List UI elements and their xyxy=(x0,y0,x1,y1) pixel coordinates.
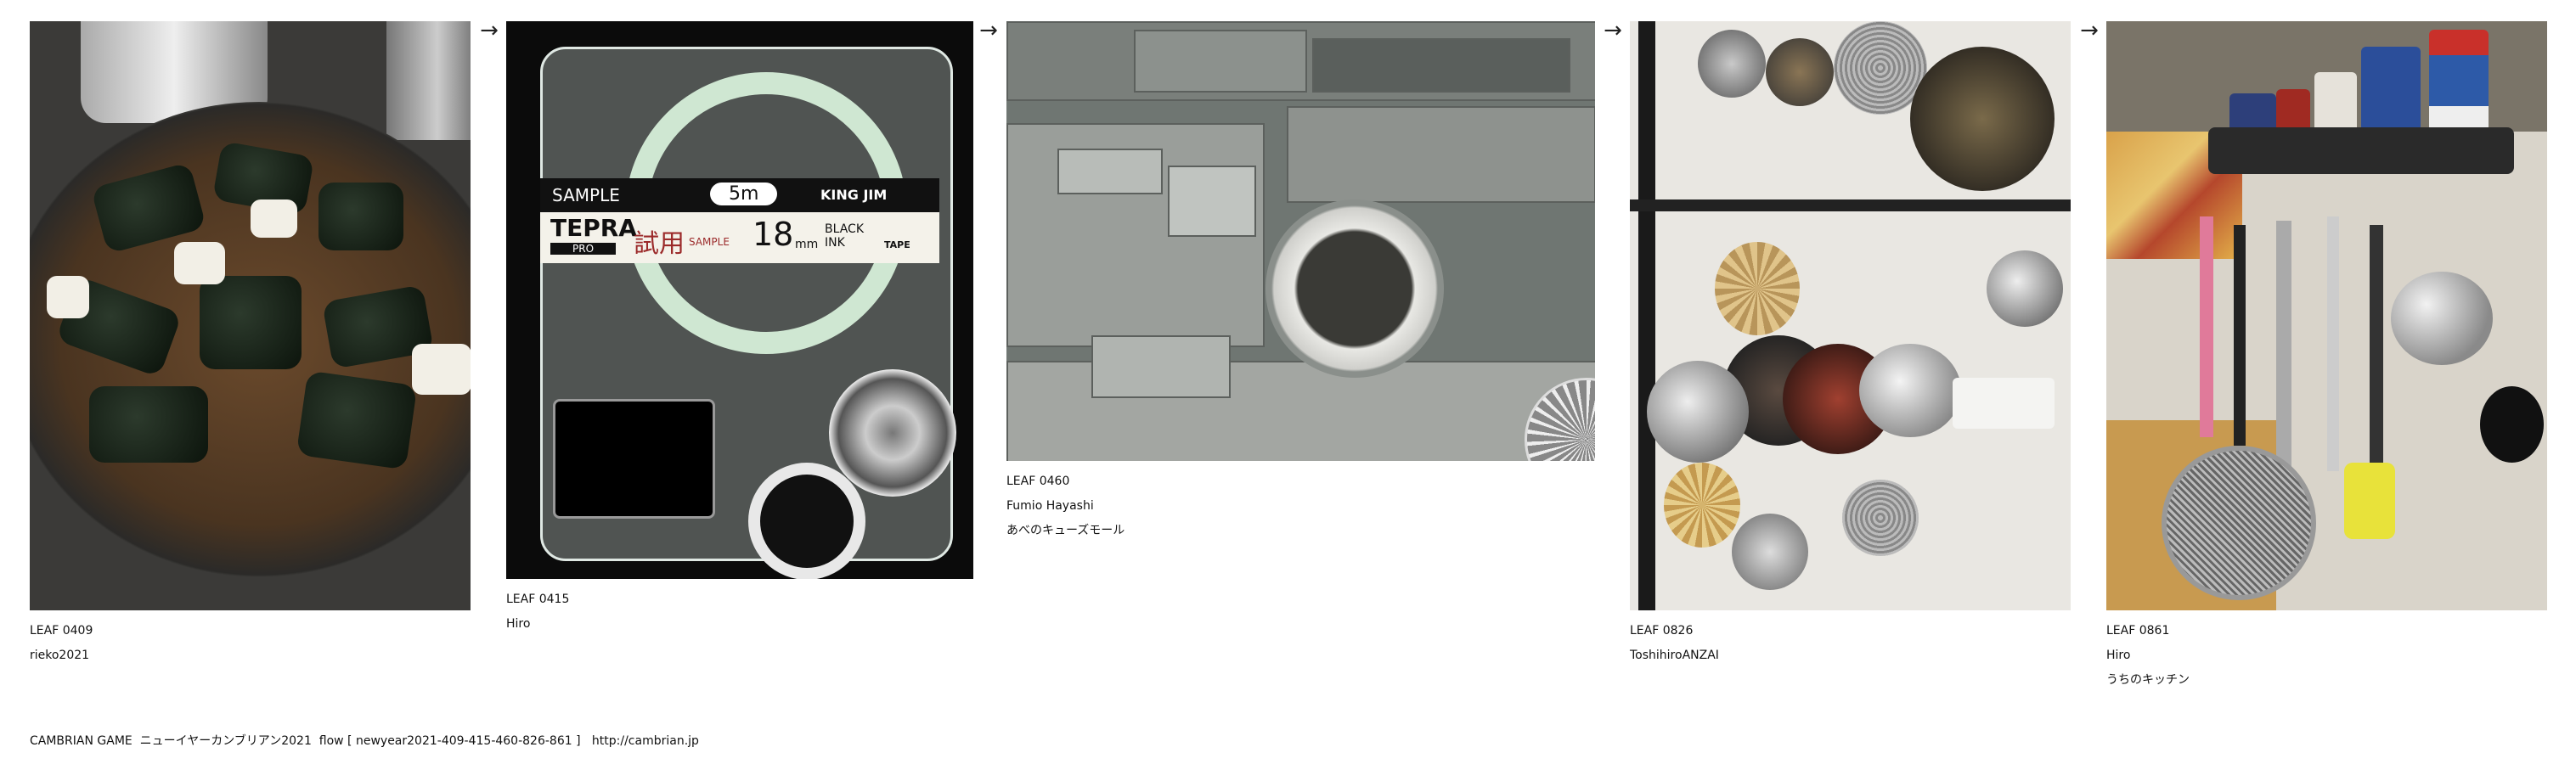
ladle-graphic xyxy=(2480,386,2544,463)
label-sample: SAMPLE xyxy=(552,185,620,205)
leaf-photo-pans-wall[interactable] xyxy=(1630,21,2071,610)
leaf-author: ToshihiroANZAI xyxy=(1630,649,1719,662)
label-logo: TEPRA xyxy=(550,214,637,242)
leaf-place: あべのキューズモール xyxy=(1006,524,1125,537)
shelf-graphic xyxy=(2208,127,2514,174)
leaf-caption: LEAF 0826 ToshihiroANZAI xyxy=(1630,619,2071,668)
leaf-id: LEAF 0460 xyxy=(1006,475,1070,488)
leaf-card-0409: LEAF 0409 rieko2021 xyxy=(30,21,471,668)
paper-towel-graphic xyxy=(1953,378,2055,429)
pot-graphic xyxy=(1732,514,1808,590)
leaf-caption: LEAF 0415 Hiro xyxy=(506,587,973,637)
nori-graphic xyxy=(296,370,418,470)
tape-label-top: SAMPLE 5m KING JIM xyxy=(540,178,939,212)
utensil-graphic xyxy=(2276,221,2291,492)
tofu-graphic xyxy=(174,242,225,284)
tofu-graphic xyxy=(412,344,471,395)
pot-graphic xyxy=(1859,344,1961,437)
footer-link[interactable]: http://cambrian.jp xyxy=(592,734,699,748)
label-ink: BLACK INK xyxy=(825,222,865,250)
flow-arrow: → xyxy=(480,18,499,43)
pot-graphic xyxy=(2391,272,2493,365)
leaf-card-0861: LEAF 0861 Hiro うちのキッチン xyxy=(2106,21,2547,693)
pot-graphic xyxy=(1647,361,1749,463)
leaf-card-0826: LEAF 0826 ToshihiroANZAI xyxy=(1630,21,2071,668)
leaf-place: うちのキッチン xyxy=(2106,673,2190,687)
pan-graphic xyxy=(1766,38,1834,106)
building-block xyxy=(1287,106,1595,203)
leaf-photo-tape-cartridge[interactable]: SAMPLE 5m KING JIM TEPRA PRO 試用 SAMPLE 1… xyxy=(506,21,973,579)
label-tape: TAPE xyxy=(884,239,910,250)
pan-graphic xyxy=(1698,30,1766,98)
can-graphic xyxy=(2429,30,2489,132)
label-width-unit: mm xyxy=(795,238,819,251)
rack-rail xyxy=(1630,199,2071,211)
building-block xyxy=(1168,166,1256,237)
leaf-photo-aerial-mall[interactable] xyxy=(1006,21,1595,461)
flow-arrow: → xyxy=(2080,18,2099,43)
leaf-author: Hiro xyxy=(2106,649,2131,662)
cartridge-window xyxy=(553,399,715,519)
pot-graphic xyxy=(386,21,471,140)
nori-graphic xyxy=(318,183,403,250)
trivet-graphic xyxy=(1664,463,1740,548)
strainer-graphic xyxy=(1842,480,1919,556)
building-block xyxy=(1312,38,1570,93)
nori-graphic xyxy=(89,386,208,463)
footer-text: CAMBRIAN GAME ニューイヤーカンブリアン2021 flow [ ne… xyxy=(30,734,592,748)
pot-graphic xyxy=(1987,250,2063,327)
label-trial: 試用 xyxy=(634,229,685,259)
flow-arrow: → xyxy=(979,18,998,43)
building-block xyxy=(1057,149,1163,194)
trivet-graphic xyxy=(1715,242,1800,335)
leaf-photo-kitchen[interactable] xyxy=(2106,21,2547,610)
stadium-graphic xyxy=(1265,199,1444,378)
building-block xyxy=(1091,335,1231,398)
label-length: 5m xyxy=(710,183,778,205)
spool-graphic xyxy=(829,369,956,497)
pan-graphic xyxy=(1910,47,2055,191)
utensil-graphic xyxy=(2200,216,2213,437)
spool-graphic xyxy=(748,463,865,579)
strainer-graphic xyxy=(2162,446,2316,600)
utensil-graphic xyxy=(2327,216,2339,471)
utensil-graphic xyxy=(2234,225,2246,446)
tofu-graphic xyxy=(47,276,89,318)
label-logo-sub: PRO xyxy=(550,243,617,255)
label-brand: KING JIM xyxy=(820,187,888,203)
leaf-id: LEAF 0415 xyxy=(506,593,570,606)
leaf-author: rieko2021 xyxy=(30,649,90,662)
leaf-author: Fumio Hayashi xyxy=(1006,499,1094,513)
utensil-graphic xyxy=(2344,463,2395,539)
utensil-graphic xyxy=(2370,225,2383,463)
rack-post xyxy=(1638,21,1655,610)
leaf-id: LEAF 0826 xyxy=(1630,624,1694,638)
footer: CAMBRIAN GAME ニューイヤーカンブリアン2021 flow [ ne… xyxy=(30,732,699,749)
building-block xyxy=(1134,30,1307,93)
nori-graphic xyxy=(200,276,302,369)
tape-label-bottom: TEPRA PRO 試用 SAMPLE 18 mm BLACK INK TAPE xyxy=(540,212,939,263)
leaf-id: LEAF 0409 xyxy=(30,624,93,638)
leaf-author: Hiro xyxy=(506,617,531,631)
flow-arrow: → xyxy=(1604,18,1622,43)
leaf-caption: LEAF 0409 rieko2021 xyxy=(30,619,471,668)
leaf-caption: LEAF 0861 Hiro うちのキッチン xyxy=(2106,619,2547,693)
leaf-id: LEAF 0861 xyxy=(2106,624,2170,638)
label-width-num: 18 xyxy=(753,216,794,253)
can-graphic xyxy=(2361,47,2421,132)
leaf-card-0415: SAMPLE 5m KING JIM TEPRA PRO 試用 SAMPLE 1… xyxy=(506,21,973,637)
leaf-caption: LEAF 0460 Fumio Hayashi あべのキューズモール xyxy=(1006,469,1595,543)
leaf-card-0460: LEAF 0460 Fumio Hayashi あべのキューズモール xyxy=(1006,21,1595,543)
label-trial-sub: SAMPLE xyxy=(689,236,730,248)
tofu-graphic xyxy=(251,199,297,238)
leaf-photo-frying-pan[interactable] xyxy=(30,21,471,610)
